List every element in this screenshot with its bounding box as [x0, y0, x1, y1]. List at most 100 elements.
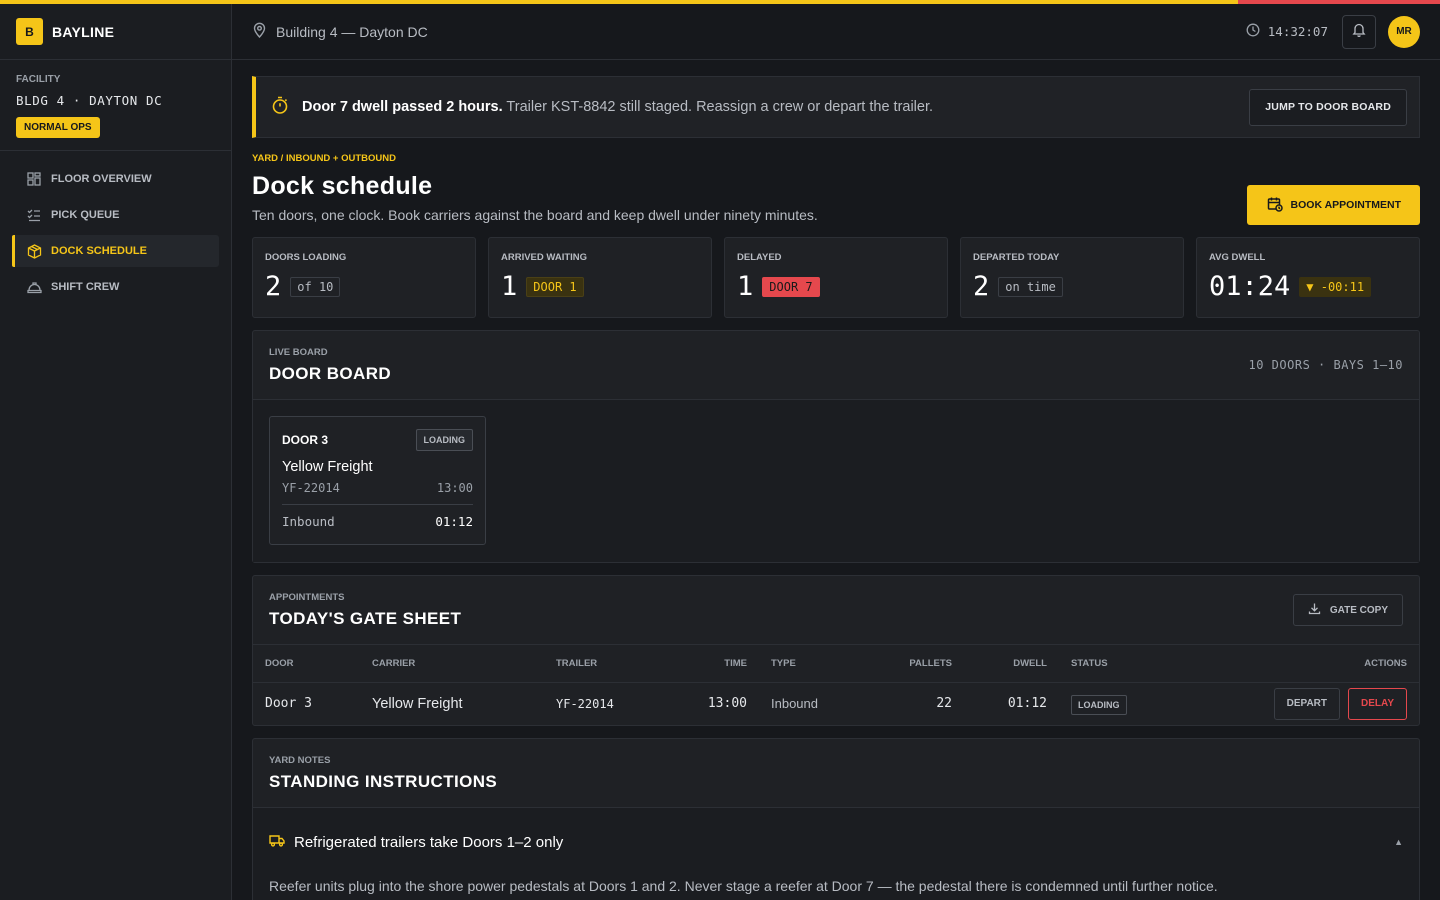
cell-pallets: 22 — [936, 696, 952, 712]
door-type: Inbound — [282, 514, 335, 529]
stat-value: 01:24 — [1209, 271, 1291, 302]
sidebar-item-pick-queue[interactable]: PICK QUEUE — [12, 199, 219, 231]
alert-strong: Door 7 dwell passed 2 hours. — [302, 99, 503, 115]
clock-time: 14:32:07 — [1267, 24, 1328, 39]
alert-text: Door 7 dwell passed 2 hours. Trailer KST… — [302, 99, 933, 115]
sidebar-item-label: SHIFT CREW — [51, 281, 120, 293]
stat-label: AVG DWELL — [1209, 252, 1266, 263]
stat-arrived-waiting: ARRIVED WAITING 1 DOOR 1 — [488, 237, 712, 318]
table-header-row: DOOR CARRIER TRAILER TIME TYPE PALLETS D… — [253, 645, 1419, 683]
checklist-icon — [26, 207, 42, 223]
clock-icon — [1246, 23, 1268, 40]
facility-label: FACILITY — [16, 74, 61, 85]
stat-label: DOORS LOADING — [265, 252, 347, 263]
stat-doors-loading: DOORS LOADING 2 of 10 — [252, 237, 476, 318]
bell-icon — [1352, 22, 1366, 42]
stat-chip: ▼ -00:11 — [1299, 276, 1372, 297]
col-trailer[interactable]: TRAILER — [544, 645, 654, 683]
door-name: DOOR 3 — [282, 433, 329, 447]
stat-cards: DOORS LOADING 2 of 10 ARRIVED WAITING 1 DO… — [252, 237, 1420, 318]
gate-sheet-panel: APPOINTMENTS TODAY'S GATE SHEET GATE COP… — [252, 575, 1420, 726]
col-door[interactable]: DOOR — [253, 645, 360, 683]
col-carrier[interactable]: CARRIER — [360, 645, 544, 683]
jump-to-door-board-button[interactable]: JUMP TO DOOR BOARD — [1249, 88, 1407, 126]
dwell-alert: Door 7 dwell passed 2 hours. Trailer KST… — [252, 76, 1420, 138]
cell-door: Door 3 — [265, 696, 312, 712]
facility-name: BLDG 4 · DAYTON DC — [16, 93, 163, 108]
panel-eyebrow: APPOINTMENTS — [269, 591, 345, 603]
panel-title: STANDING INSTRUCTIONS — [269, 771, 498, 791]
brand-logo: B — [16, 18, 43, 45]
sidebar-item-dock-schedule[interactable]: DOCK SCHEDULE — [12, 235, 219, 267]
page-eyebrow: YARD / INBOUND + OUTBOUND — [252, 153, 397, 164]
location-label: Building 4 — Dayton DC — [276, 23, 428, 40]
box-icon — [26, 243, 42, 259]
note-accordion-toggle[interactable]: Refrigerated trailers take Doors 1–2 onl… — [269, 808, 1403, 876]
stat-value: 2 — [973, 271, 990, 302]
panel-header: LIVE BOARD DOOR BOARD 10 DOORS · BAYS 1–… — [253, 331, 1419, 400]
notifications-button[interactable] — [1342, 14, 1376, 49]
table-row[interactable]: Door 3 Yellow Freight YF-22014 13:00 Inb… — [253, 682, 1419, 725]
depart-button[interactable]: DEPART — [1273, 687, 1341, 720]
board-body: DOOR 3 LOADING Yellow Freight YF-22014 13… — [253, 400, 1419, 562]
download-icon — [1308, 602, 1330, 618]
panel-header: APPOINTMENTS TODAY'S GATE SHEET GATE COP… — [253, 576, 1419, 645]
calendar-icon — [1267, 196, 1291, 215]
cell-time: 13:00 — [707, 696, 747, 712]
col-type[interactable]: TYPE — [759, 645, 859, 683]
brand-name: BAYLINE — [52, 23, 115, 40]
hardhat-icon — [26, 279, 42, 295]
stat-chip: DOOR 7 — [762, 276, 820, 297]
gate-copy-button[interactable]: GATE COPY — [1292, 594, 1403, 626]
door-card[interactable]: DOOR 3 LOADING Yellow Freight YF-22014 13… — [269, 416, 486, 545]
stat-departed-today: DEPARTED TODAY 2 on time — [960, 237, 1184, 318]
sidebar-item-shift-crew[interactable]: SHIFT CREW — [12, 271, 219, 303]
delay-button[interactable]: DELAY — [1348, 687, 1407, 720]
book-appointment-button[interactable]: BOOK APPOINTMENT — [1246, 185, 1420, 225]
door-trailer: YF-22014 — [282, 481, 340, 495]
cell-type: Inbound — [771, 696, 818, 712]
col-status[interactable]: STATUS — [1059, 645, 1219, 683]
note-title: Refrigerated trailers take Doors 1–2 onl… — [294, 833, 564, 851]
panel-eyebrow: YARD NOTES — [269, 754, 331, 766]
sidebar-item-label: FLOOR OVERVIEW — [51, 173, 152, 185]
page-title: Dock schedule — [252, 172, 433, 200]
page-header: Dock schedule Ten doors, one clock. Book… — [252, 164, 1420, 225]
col-time[interactable]: TIME — [654, 645, 759, 683]
location-selector[interactable]: Building 4 — Dayton DC — [252, 22, 428, 41]
main-content: Door 7 dwell passed 2 hours. Trailer KST… — [252, 76, 1420, 900]
stat-label: DEPARTED TODAY — [973, 252, 1060, 263]
board-meta: 10 DOORS · BAYS 1–10 — [1248, 358, 1403, 372]
avatar[interactable]: MR — [1388, 15, 1420, 48]
brand[interactable]: B BAYLINE — [0, 0, 231, 60]
caret-up-icon[interactable]: ▲ — [1394, 837, 1403, 847]
col-dwell[interactable]: DWELL — [964, 645, 1059, 683]
sidebar-item-label: PICK QUEUE — [51, 209, 120, 221]
stat-avg-dwell: AVG DWELL 01:24 ▼ -00:11 — [1196, 237, 1420, 318]
cell-carrier: Yellow Freight — [372, 695, 463, 712]
topbar-actions: 14:32:07 MR — [1246, 14, 1420, 49]
stat-chip: DOOR 1 — [526, 276, 584, 297]
topbar: Building 4 — Dayton DC 14:32:07 MR — [232, 4, 1440, 60]
page-subtitle: Ten doors, one clock. Book carriers agai… — [252, 207, 818, 223]
stat-label: ARRIVED WAITING — [501, 252, 588, 263]
cell-trailer: YF-22014 — [556, 696, 614, 711]
stopwatch-icon — [270, 95, 302, 120]
top-accent-bar — [0, 0, 1440, 4]
note-text: Reefer units plug into the shore power p… — [269, 878, 1218, 894]
sidebar-item-floor-overview[interactable]: FLOOR OVERVIEW — [12, 163, 219, 195]
grid-icon — [26, 171, 42, 187]
col-pallets[interactable]: PALLETS — [859, 645, 964, 683]
door-board-panel: LIVE BOARD DOOR BOARD 10 DOORS · BAYS 1–… — [252, 330, 1420, 563]
col-actions: ACTIONS — [1219, 645, 1419, 683]
panel-title: DOOR BOARD — [269, 363, 392, 383]
standing-instructions-panel: YARD NOTES STANDING INSTRUCTIONS Refrige… — [252, 738, 1420, 900]
map-pin-icon — [252, 22, 276, 41]
panel-title: TODAY'S GATE SHEET — [269, 608, 462, 628]
clock: 14:32:07 — [1246, 23, 1328, 40]
door-time: 13:00 — [436, 481, 473, 495]
stat-value: 1 — [737, 271, 754, 302]
book-appointment-label: BOOK APPOINTMENT — [1290, 199, 1401, 211]
facility-panel: FACILITY BLDG 4 · DAYTON DC NORMAL OPS — [0, 60, 231, 151]
stat-value: 2 — [265, 271, 282, 302]
